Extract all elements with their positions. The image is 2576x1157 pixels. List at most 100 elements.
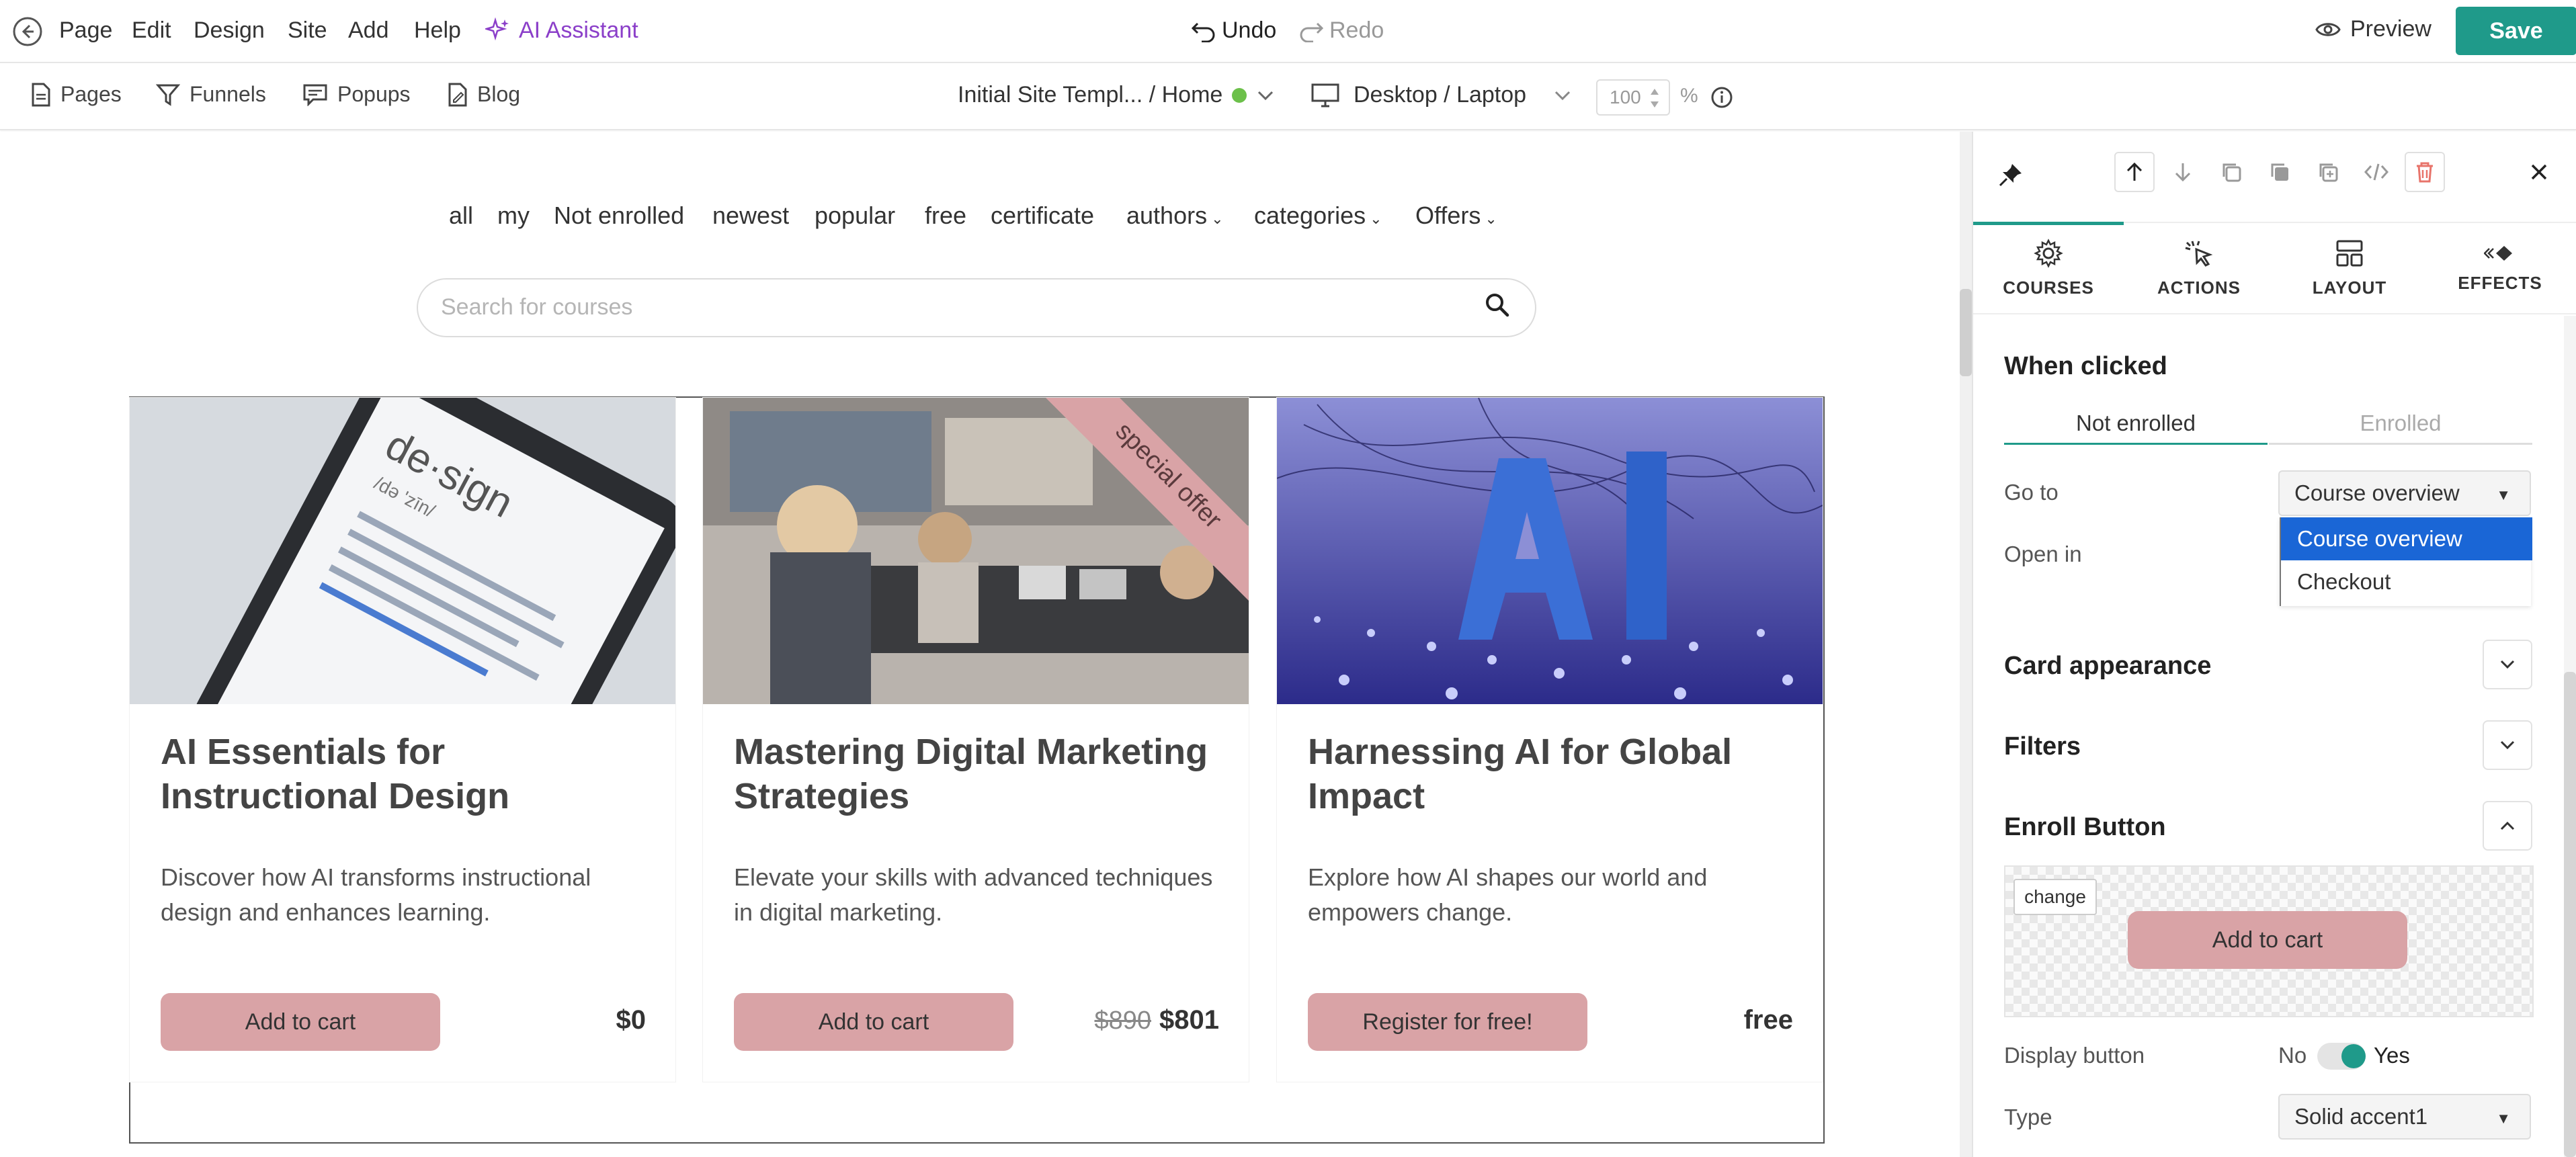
nav-blog-label: Blog [477,82,521,106]
nav-pages[interactable]: Pages [31,82,122,107]
filter-newest[interactable]: newest [712,202,789,230]
course-card[interactable]: special offer Mastering Digital Marketin… [703,398,1249,1082]
add-to-cart-button[interactable]: Add to cart [161,993,440,1051]
menu-design[interactable]: Design [194,17,265,44]
device-selector[interactable]: Desktop / Laptop [1311,82,1572,108]
option-checkout[interactable]: Checkout [2281,560,2532,603]
course-title: Harnessing AI for Global Impact [1308,732,1733,816]
menu-page[interactable]: Page [59,17,112,44]
tab-actions-label: ACTIONS [2157,277,2241,298]
go-to-value: Course overview [2294,480,2460,505]
chevron-down-icon [2498,739,2517,751]
canvas-scrollbar[interactable] [1960,132,1972,1157]
course-description: Explore how AI shapes our world and empo… [1308,863,1708,926]
save-button[interactable]: Save [2456,7,2576,55]
panel-scrollbar-thumb[interactable] [2564,672,2576,1157]
filter-categories[interactable]: categories ⌄ [1254,202,1382,230]
add-to-cart-button[interactable]: Add to cart [734,993,1013,1051]
change-button[interactable]: change [2013,879,2097,915]
course-title: Mastering Digital Marketing Strategies [734,732,1208,816]
go-to-select[interactable]: Course overview ▼ [2278,470,2531,516]
expand-card-appearance-button[interactable] [2483,640,2532,689]
info-icon[interactable] [1710,86,1733,109]
nav-funnels[interactable]: Funnels [156,82,266,107]
preview-add-to-cart-button[interactable]: Add to cart [2128,911,2407,969]
filter-offers[interactable]: Offers ⌄ [1415,202,1497,230]
expand-filters-button[interactable] [2483,720,2532,770]
chevron-down-icon [1256,89,1275,102]
zoom-input[interactable]: 100 [1596,79,1670,116]
filter-free[interactable]: free [925,202,966,230]
menu-add[interactable]: Add [348,17,389,44]
nav-blog[interactable]: Blog [448,82,520,107]
redo-icon [1298,19,1324,42]
copy-icon [2220,161,2243,183]
course-price: $890 $801 [1094,1005,1219,1035]
menu-help[interactable]: Help [414,17,461,44]
page-selector[interactable]: Initial Site Templ... / Home [958,82,1275,108]
nav-pages-label: Pages [60,82,122,106]
gear-icon [2034,238,2063,268]
undo-button[interactable]: Undo [1191,17,1276,44]
chevron-down-icon [1553,89,1572,102]
menu-edit[interactable]: Edit [132,17,171,44]
old-price: $890 [1094,1006,1152,1035]
redo-button[interactable]: Redo [1298,17,1384,44]
card-appearance-heading[interactable]: Card appearance [2004,652,2211,681]
filter-not-enrolled[interactable]: Not enrolled [554,202,684,230]
course-card[interactable]: Harnessing AI for Global Impact Explore … [1277,398,1823,1082]
save-block-button[interactable] [2308,152,2348,192]
tab-effects[interactable]: EFFECTS [2425,223,2575,313]
menu-site[interactable]: Site [288,17,327,44]
funnel-icon [156,83,180,107]
nav-popups[interactable]: Popups [302,82,411,107]
pin-icon[interactable] [1997,161,2024,188]
segment-not-enrolled[interactable]: Not enrolled [2004,403,2268,445]
code-button[interactable] [2356,152,2397,192]
search-icon[interactable] [1484,292,1511,318]
filters-heading[interactable]: Filters [2004,732,2081,761]
filter-all[interactable]: all [449,202,473,230]
filter-popular[interactable]: popular [815,202,895,230]
toggle-knob[interactable] [2341,1044,2366,1068]
display-yes-label: Yes [2374,1043,2410,1068]
stepper-icon[interactable] [1649,85,1661,112]
back-icon[interactable] [12,16,43,47]
chevron-down-icon: ⌄ [1211,210,1224,227]
arrow-up-icon [2124,161,2145,183]
segment-enrolled[interactable]: Enrolled [2269,403,2532,445]
delete-button[interactable] [2405,152,2445,192]
tab-actions[interactable]: ACTIONS [2124,223,2274,313]
tab-layout[interactable]: LAYOUT [2274,223,2425,313]
paste-button[interactable] [2259,152,2300,192]
preview-button[interactable]: Preview [2315,16,2432,42]
enroll-button-heading[interactable]: Enroll Button [2004,813,2166,842]
filter-authors[interactable]: authors ⌄ [1126,202,1224,230]
arrow-down-icon [2173,161,2193,183]
cursor-click-icon [2183,239,2215,268]
course-card[interactable]: de·sign /də 'zīn/ AI Essentials for Inst… [130,398,675,1082]
filter-categories-label: categories [1254,202,1366,229]
type-select[interactable]: Solid accent1 ▼ [2278,1094,2531,1140]
move-down-button[interactable] [2163,152,2203,192]
go-to-dropdown: Course overview Checkout [2280,517,2532,606]
open-in-label: Open in [2004,542,2082,566]
layout-icon [2335,239,2364,268]
paste-icon [2268,161,2291,183]
ai-assistant-button[interactable]: AI Assistant [519,17,638,44]
filter-certificate[interactable]: certificate [991,202,1094,230]
effects-icon [2484,243,2516,263]
filter-my[interactable]: my [497,202,530,230]
register-button[interactable]: Register for free! [1308,993,1587,1051]
desktop-icon [1311,83,1340,108]
course-search-input[interactable] [441,290,1449,324]
close-icon[interactable] [2528,161,2550,183]
zoom-unit: % [1680,85,1698,107]
duplicate-button[interactable] [2211,152,2251,192]
tab-courses[interactable]: COURSES [1973,222,2124,313]
option-course-overview[interactable]: Course overview [2281,517,2532,560]
page-icon [31,83,51,107]
canvas-scrollbar-thumb[interactable] [1960,289,1972,376]
collapse-enroll-button[interactable] [2483,801,2532,851]
move-up-button[interactable] [2114,152,2155,192]
